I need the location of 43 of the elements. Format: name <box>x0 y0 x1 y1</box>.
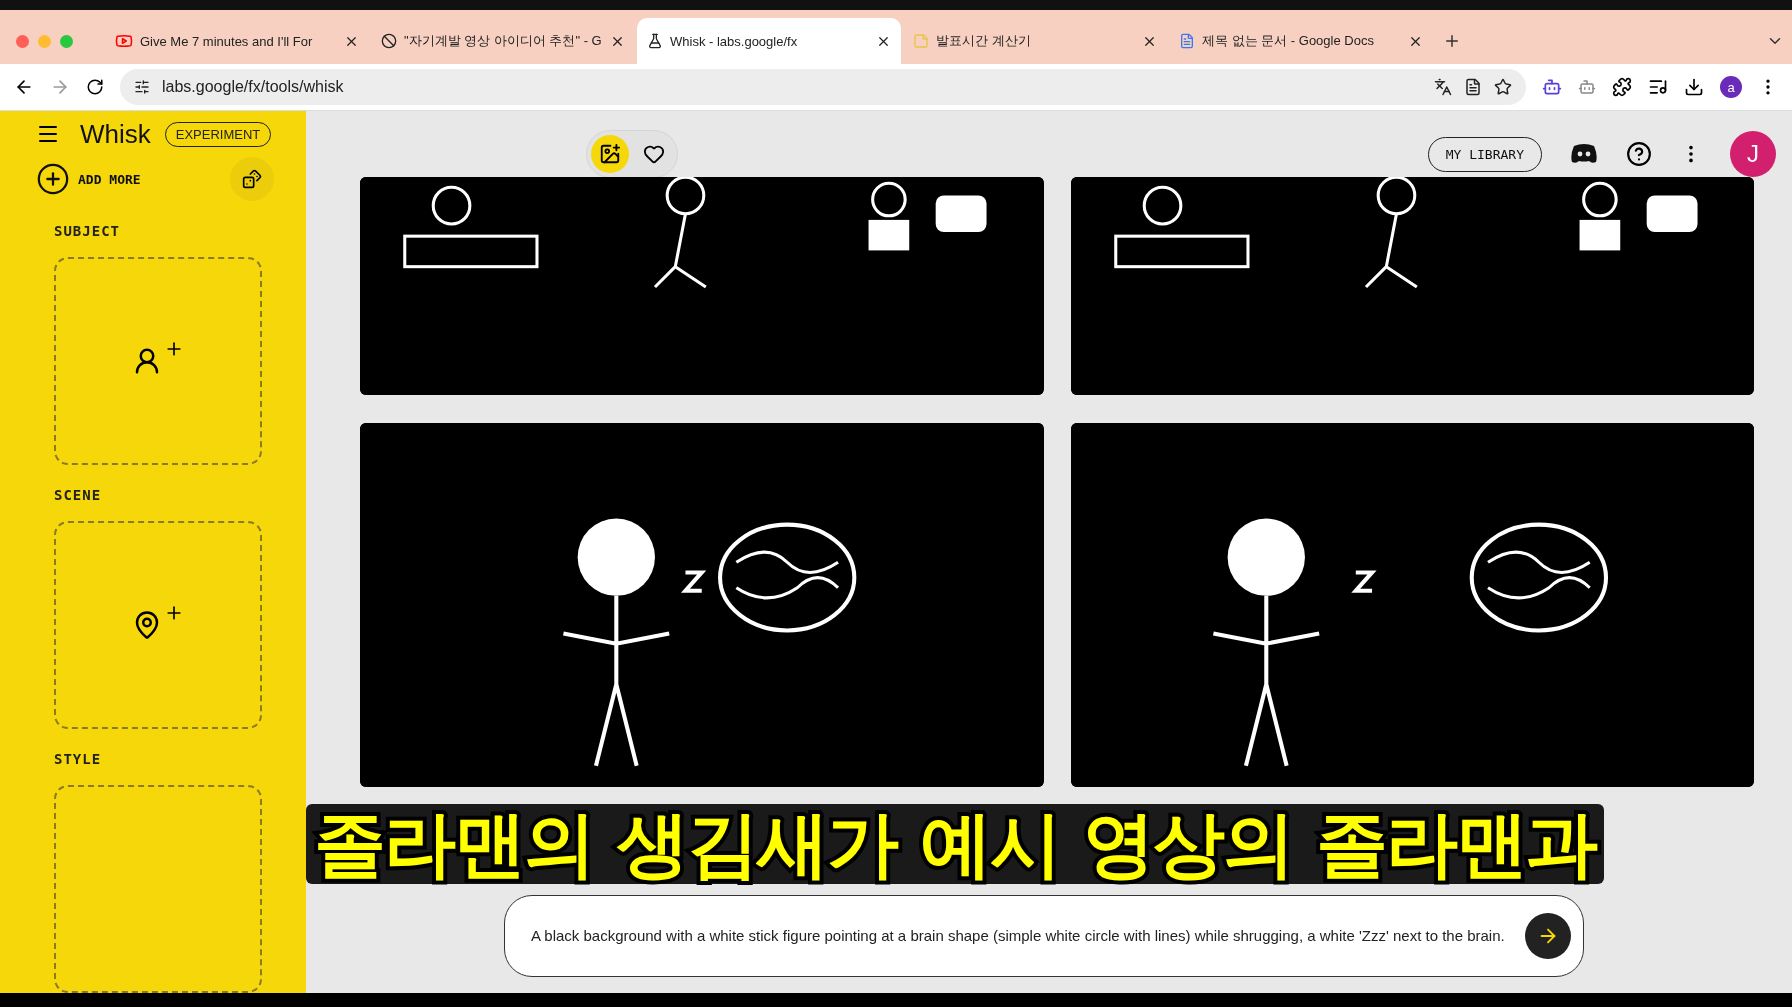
video-subtitle: 졸라맨의 생김새가 예시 영상의 졸라맨과 <box>306 804 1605 884</box>
section-title: STYLE <box>54 751 103 767</box>
extension-icon[interactable] <box>1578 78 1596 96</box>
upload-drop-zone[interactable] <box>54 257 262 465</box>
new-image-button[interactable] <box>591 135 629 173</box>
section-title: SUBJECT <box>54 223 121 239</box>
reload-icon[interactable] <box>86 78 104 96</box>
playlist-icon[interactable] <box>1648 77 1668 97</box>
translate-icon[interactable] <box>1434 78 1452 96</box>
submit-button[interactable] <box>1525 913 1571 959</box>
user-avatar[interactable]: J <box>1730 131 1776 177</box>
prompt-field[interactable]: A black background with a white stick figure pointing at a brain shape (simple white circle with lines) while shrugging, a white 'Zzz' next to the brain. <box>504 895 1584 977</box>
app-title: Whisk <box>80 118 151 150</box>
chat-bot-icon[interactable] <box>1570 143 1598 165</box>
new-tab-icon[interactable] <box>1443 32 1461 50</box>
dice-button[interactable] <box>230 157 274 201</box>
video-icon <box>115 32 133 50</box>
slash-circle-icon <box>381 33 397 49</box>
document-icon <box>1179 33 1195 49</box>
page-icon[interactable] <box>1464 78 1482 96</box>
download-icon[interactable] <box>1684 77 1704 97</box>
dice-icon <box>242 169 262 189</box>
help-icon[interactable] <box>1626 141 1652 167</box>
section-title: SCENE <box>54 487 103 503</box>
browser-tab[interactable]: Give Me 7 minutes and I'll For <box>105 18 369 64</box>
browser-tab[interactable]: Whisk - labs.google/fx <box>637 18 901 64</box>
extensions-icon[interactable] <box>1612 77 1632 97</box>
extension-icon[interactable] <box>1542 77 1562 97</box>
flask-icon <box>647 33 663 49</box>
upload-drop-zone[interactable] <box>54 521 262 729</box>
note-icon <box>913 33 929 49</box>
add-icon <box>36 162 70 196</box>
add-more-button[interactable]: ADD MORE <box>36 162 222 196</box>
address-bar[interactable]: labs.google/fx/tools/whisk <box>120 69 1526 105</box>
heart-icon <box>643 143 665 165</box>
profile-avatar[interactable]: a <box>1720 76 1742 98</box>
browser-tab[interactable]: "자기계발 영상 아이디어 추천" - G <box>371 18 635 64</box>
browser-tab[interactable]: 발표시간 계산기 <box>903 18 1167 64</box>
add-image-icon <box>599 143 621 165</box>
star-icon[interactable] <box>1494 78 1512 96</box>
site-settings-icon[interactable] <box>134 79 150 95</box>
browser-tab[interactable]: 제목 없는 문서 - Google Docs <box>1169 18 1433 64</box>
prompt-text[interactable]: A black background with a white stick figure pointing at a brain shape (simple white circle with lines) while shrugging, a white 'Zzz' next to the brain. <box>531 925 1511 947</box>
